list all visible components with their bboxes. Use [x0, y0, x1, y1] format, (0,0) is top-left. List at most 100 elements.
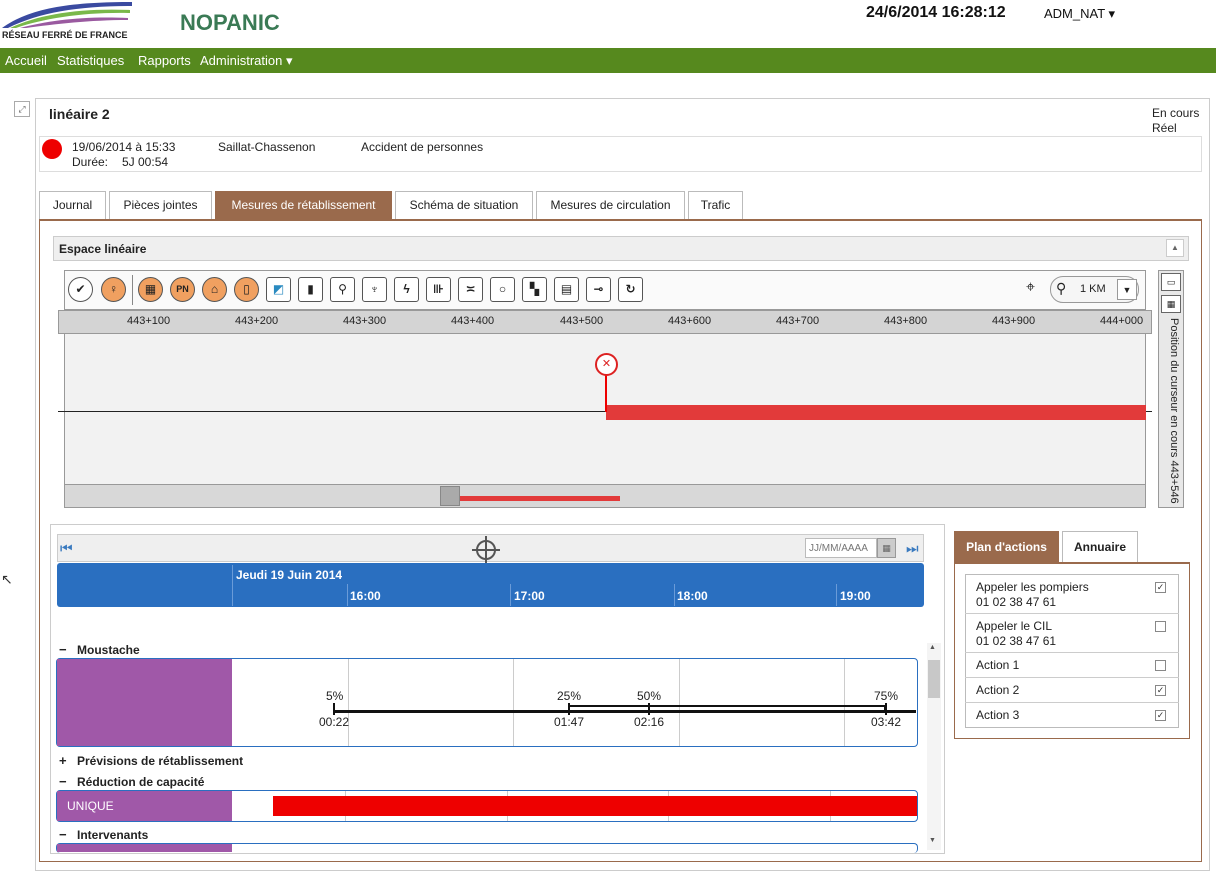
barrier-icon[interactable]: ▦	[138, 277, 163, 302]
incident-severity-indicator	[42, 139, 62, 159]
incident-marker-icon[interactable]: ✕	[595, 353, 618, 376]
switch-icon[interactable]: ⊪	[426, 277, 451, 302]
action-checkbox[interactable]: ✓	[1155, 582, 1166, 593]
last-page-icon[interactable]: ⏭	[906, 540, 919, 557]
hour-separator	[674, 584, 675, 606]
network-icon[interactable]: ▚	[522, 277, 547, 302]
linear-space-header	[53, 236, 1189, 261]
nav-statistiques[interactable]: Statistiques	[57, 53, 124, 68]
signal-icon[interactable]: ♆	[362, 277, 387, 302]
expand-previsions-icon[interactable]: +	[59, 753, 67, 768]
grid-line	[513, 659, 514, 746]
action-checkbox[interactable]	[1155, 621, 1166, 632]
locate-icon[interactable]: ⌖	[1026, 279, 1035, 297]
action-label: Appeler les pompiers	[976, 580, 1089, 594]
pct-label: 50%	[637, 689, 662, 703]
tab-annuaire[interactable]: Annuaire	[1062, 531, 1138, 563]
connector-icon[interactable]: ⊸	[586, 277, 611, 302]
ruler-tick: 444+000	[1100, 315, 1144, 327]
capacity-label: UNIQUE	[67, 799, 114, 813]
moustache-box	[568, 705, 886, 713]
ruler-tick: 443+500	[560, 315, 604, 327]
collapse-reduction-icon[interactable]: −	[59, 774, 67, 789]
nav-administration[interactable]: Administration ▾	[200, 53, 293, 69]
hour-separator	[347, 584, 348, 606]
collapse-moustache-icon[interactable]: −	[59, 642, 67, 657]
incident-title: linéaire 2	[49, 106, 110, 122]
section-previsions[interactable]: Prévisions de rétablissement	[77, 754, 243, 768]
calendar-icon[interactable]: ▦	[877, 538, 896, 558]
incident-type: Accident de personnes	[361, 140, 484, 154]
capacity-reduction-bar[interactable]	[273, 796, 917, 816]
pedestrian-icon[interactable]: ⚲	[330, 277, 355, 302]
row-label-cell	[57, 659, 232, 746]
incident-duree: 5J 00:54	[122, 155, 169, 169]
ruler-tick: 443+100	[127, 315, 171, 327]
impacted-section[interactable]	[606, 405, 1146, 420]
cursor-position-label: Position du curseur en cours 443+546	[1168, 318, 1180, 504]
circle-icon[interactable]: ○	[490, 277, 515, 302]
scroll-down-icon[interactable]: ▼	[929, 837, 936, 844]
moustache-tick	[648, 703, 650, 715]
cycle-icon[interactable]: ↻	[618, 277, 643, 302]
row-label-cell	[57, 844, 232, 852]
date-input[interactable]	[805, 538, 877, 558]
action-label: Action 1	[976, 658, 1020, 672]
section-moustache[interactable]: Moustache	[77, 643, 140, 657]
mouse-cursor-icon: ↖	[1, 571, 13, 587]
collapse-icon[interactable]: ▲	[1166, 239, 1184, 257]
action-label: Action 3	[976, 708, 1020, 722]
action-checkbox[interactable]: ✓	[1155, 685, 1166, 696]
expand-icon[interactable]: ⤢	[14, 101, 30, 117]
section-reduction[interactable]: Réduction de capacité	[77, 775, 204, 789]
time-label: 03:42	[871, 715, 902, 729]
tab-plan-actions[interactable]: Plan d'actions	[954, 531, 1059, 563]
section-intervenants[interactable]: Intervenants	[77, 828, 148, 842]
linear-space-title: Espace linéaire	[59, 242, 147, 256]
incident-status: En cours	[1152, 106, 1200, 120]
duree-label: Durée:	[72, 155, 109, 169]
ruler-tick: 443+900	[992, 315, 1036, 327]
tab-pieces-jointes[interactable]: Pièces jointes	[109, 191, 212, 220]
train-icon[interactable]: ▤	[554, 277, 579, 302]
print-icon[interactable]: ▭	[1161, 273, 1181, 291]
panel-icon[interactable]: ◩	[266, 277, 291, 302]
grid-line	[844, 659, 845, 746]
nav-accueil[interactable]: Accueil	[5, 53, 47, 68]
door-icon[interactable]: ▯	[234, 277, 259, 302]
magnifier-icon: ⚲	[1056, 280, 1067, 296]
incident-location: Saillat-Chassenon	[218, 140, 316, 154]
grid-line	[348, 659, 349, 746]
collapse-intervenants-icon[interactable]: −	[59, 827, 67, 842]
tab-mesures-retablissement[interactable]: Mesures de rétablissement	[215, 191, 392, 220]
layers-icon[interactable]: ▦	[1161, 295, 1181, 313]
hour-label: 18:00	[677, 589, 708, 603]
pct-label: 25%	[557, 689, 582, 703]
scroll-thumb[interactable]	[440, 486, 460, 506]
pk-ruler	[58, 310, 1152, 334]
time-label: 02:16	[634, 715, 665, 729]
nav-rapports[interactable]: Rapports	[138, 53, 191, 68]
pin-icon[interactable]: ♀	[101, 277, 126, 302]
tab-mesures-circulation[interactable]: Mesures de circulation	[536, 191, 685, 220]
hour-label: 19:00	[840, 589, 871, 603]
scroll-up-icon[interactable]: ▲	[929, 644, 936, 651]
tab-journal[interactable]: Journal	[39, 191, 106, 220]
chevron-down-icon[interactable]: ▼	[1117, 279, 1137, 300]
level-crossing-icon[interactable]: PN	[170, 277, 195, 302]
lightning-icon[interactable]: ϟ	[394, 277, 419, 302]
bridge-icon[interactable]: ≍	[458, 277, 483, 302]
validate-icon[interactable]: ✔	[68, 277, 93, 302]
action-checkbox[interactable]: ✓	[1155, 710, 1166, 721]
station-icon[interactable]: ⌂	[202, 277, 227, 302]
tab-schema-situation[interactable]: Schéma de situation	[395, 191, 533, 220]
action-checkbox[interactable]	[1155, 660, 1166, 671]
timeline-scroll-thumb[interactable]	[928, 660, 940, 698]
timeline-day: Jeudi 19 Juin 2014	[236, 568, 343, 582]
lock-icon[interactable]: ▮	[298, 277, 323, 302]
tab-trafic[interactable]: Trafic	[688, 191, 743, 220]
incident-marker-stem	[605, 374, 607, 412]
user-menu[interactable]: ADM_NAT ▾	[1044, 6, 1115, 22]
ruler-tick: 443+700	[776, 315, 820, 327]
first-page-icon[interactable]: ⏮	[60, 540, 73, 557]
